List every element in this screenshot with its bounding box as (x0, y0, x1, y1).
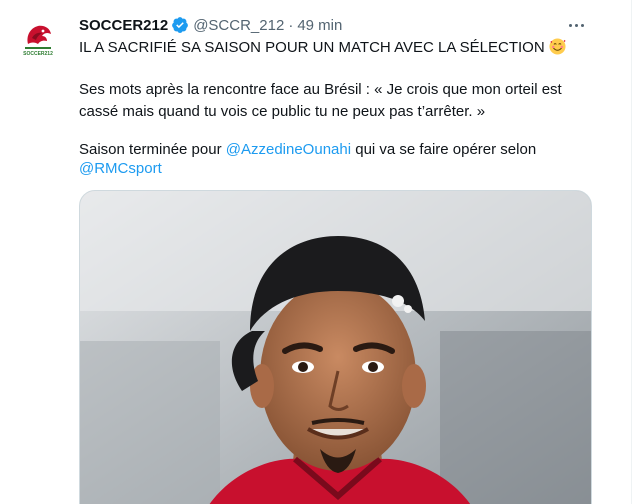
mention-link-azzedineounahi[interactable]: @AzzedineOunahi (226, 141, 351, 158)
tweet-text-line-1: IL A SACRIFIÉ SA SAISON POUR UN MATCH AV… (79, 37, 599, 59)
tweet-timestamp[interactable]: 49 min (297, 17, 342, 34)
player-photo-image (80, 191, 591, 504)
author-display-name[interactable]: SOCCER212 (79, 17, 168, 34)
tweet-media-photo[interactable] (79, 190, 592, 504)
tweet-text-line-3: cassé mais quand tu vois ce public tu ne… (79, 103, 486, 120)
more-options-icon[interactable] (563, 14, 589, 36)
separator-dot: · (288, 16, 294, 34)
tweet-headline: IL A SACRIFIÉ SA SAISON POUR UN MATCH AV… (79, 39, 545, 56)
tweet-card[interactable]: SOCCER212 SOCCER212 @SCCR_212 · 49 min I… (0, 0, 632, 504)
avatar[interactable]: SOCCER212 (14, 14, 62, 62)
tweet-text-line-2: Ses mots après la rencontre face au Brés… (79, 81, 562, 98)
author-handle[interactable]: @SCCR_212 (193, 17, 284, 34)
smiling-face-with-hearts-emoji-icon (549, 38, 566, 55)
tweet-header: SOCCER212 @SCCR_212 · 49 min (79, 14, 342, 36)
tweet-text-line-5: @RMCsport (79, 158, 599, 180)
soccer212-logo-icon: SOCCER212 (14, 14, 62, 62)
mention-link-rmcsport[interactable]: @RMCsport (79, 160, 162, 177)
tweet-text-prefix: Saison terminée pour (79, 141, 226, 158)
svg-text:SOCCER212: SOCCER212 (23, 51, 53, 57)
verified-badge-icon[interactable] (171, 16, 189, 34)
tweet-text-suffix: qui va se faire opérer selon (351, 141, 537, 158)
